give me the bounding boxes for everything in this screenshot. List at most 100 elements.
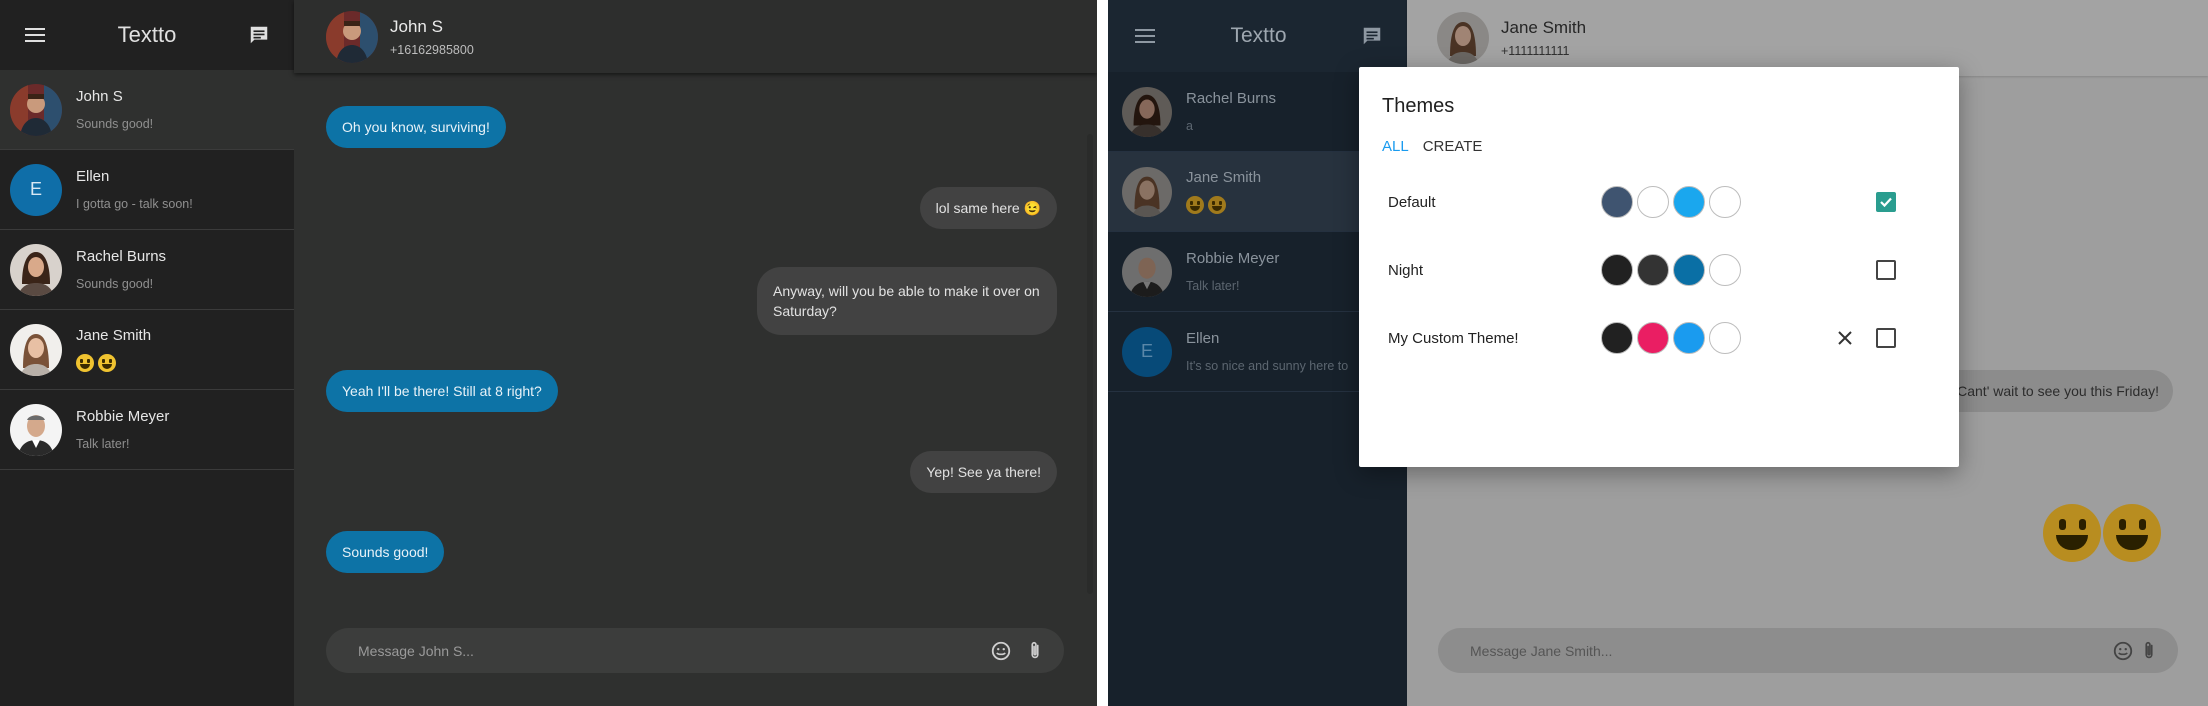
menu-icon[interactable] (1132, 23, 1158, 49)
check-icon (1880, 197, 1892, 208)
theme-name: Default (1388, 193, 1436, 211)
conversation-item-rachel-burns[interactable]: Rachel Burns Sounds good! (0, 230, 294, 310)
grinning-face-emoji-icon (98, 354, 116, 372)
conversation-item-jane-smith[interactable]: Jane Smith (0, 310, 294, 390)
color-swatch (1673, 322, 1705, 354)
conversation-name: Robbie Meyer (76, 408, 170, 425)
dialog-tabs: ALL CREATE (1382, 138, 1482, 155)
themes-dialog: Themes ALL CREATE Default Night My Custo… (1359, 67, 1959, 467)
conversation-name: Rachel Burns (76, 248, 167, 265)
conversation-name: Ellen (1186, 330, 1220, 347)
theme-select-checkbox[interactable] (1876, 260, 1896, 280)
conversation-snippet: Talk later! (76, 437, 130, 451)
grinning-face-emoji-icon (76, 354, 94, 372)
conversation-name: Ellen (76, 168, 110, 185)
theme-swatches (1601, 254, 1741, 286)
conversation-item-robbie-meyer[interactable]: Robbie Meyer Talk later! (0, 390, 294, 470)
conversation-item-john-s[interactable]: John S Sounds good! (0, 70, 294, 150)
emoji-icon[interactable] (988, 638, 1014, 664)
avatar (10, 243, 62, 296)
avatar (1122, 246, 1172, 297)
theme-row-night[interactable]: Night (1359, 250, 1959, 290)
conversation-snippet: Sounds good! (76, 117, 154, 131)
avatar (10, 323, 62, 376)
contact-avatar[interactable] (326, 10, 378, 63)
attachment-icon[interactable] (2136, 638, 2162, 664)
conversation-snippet-emojis (1186, 196, 1261, 214)
message-scrollbar[interactable] (1087, 134, 1093, 594)
grinning-face-emoji-icon (1208, 196, 1226, 214)
dark-theme-pane: Textto John S Sounds good! E Ellen I got… (0, 0, 1097, 706)
attachment-icon[interactable] (1022, 638, 1048, 664)
conversation-snippet: a (1186, 119, 1193, 133)
avatar: E (10, 163, 62, 216)
dialog-title: Themes (1382, 95, 1455, 117)
theme-select-checkbox[interactable] (1876, 328, 1896, 348)
color-swatch (1601, 254, 1633, 286)
theme-swatches (1601, 186, 1741, 218)
message-bubble-incoming: Sounds good! (326, 531, 445, 573)
conversation-snippet: It's so nice and sunny here to (1186, 359, 1349, 373)
message-input[interactable]: Message Jane Smith... (1470, 643, 2110, 659)
avatar (1122, 86, 1172, 137)
conversation-snippet-emojis (76, 354, 151, 372)
sidebar-header: Textto (0, 0, 294, 70)
message-bubble-incoming: Yeah I'll be there! Still at 8 right? (326, 370, 558, 412)
message-bubble-outgoing: Anyway, will you be able to make it over… (757, 267, 1057, 335)
app-title: Textto (117, 22, 177, 47)
tab-create[interactable]: CREATE (1423, 138, 1483, 155)
sidebar: Textto John S Sounds good! E Ellen I got… (0, 0, 294, 706)
color-swatch (1601, 322, 1633, 354)
chat-header: John S +16162985800 (294, 0, 1097, 73)
color-swatch (1673, 186, 1705, 218)
menu-icon[interactable] (22, 22, 48, 48)
new-message-icon[interactable] (1359, 23, 1385, 49)
close-icon[interactable] (1834, 327, 1856, 349)
tab-all[interactable]: ALL (1382, 138, 1409, 155)
contact-phone: +16162985800 (390, 42, 474, 57)
new-message-icon[interactable] (246, 22, 272, 48)
message-composer: Message John S... (326, 628, 1064, 673)
conversation-name: Jane Smith (1186, 169, 1262, 186)
theme-swatches (1601, 322, 1741, 354)
conversation-item-ellen[interactable]: E Ellen I gotta go - talk soon! (0, 150, 294, 230)
theme-select-checkbox[interactable] (1876, 192, 1896, 212)
app-stage: Textto John S Sounds good! E Ellen I got… (0, 0, 2208, 706)
grinning-face-emoji-icon (2103, 504, 2161, 562)
app-title: Textto (1230, 24, 1287, 47)
contact-name: John S (390, 16, 443, 36)
conversation-snippet: I gotta go - talk soon! (76, 197, 193, 211)
theme-row-my-custom-theme[interactable]: My Custom Theme! (1359, 318, 1959, 358)
color-swatch (1709, 322, 1741, 354)
color-swatch (1709, 186, 1741, 218)
conversation-name: Rachel Burns (1186, 90, 1277, 107)
conversation-snippet: Sounds good! (76, 277, 154, 291)
color-swatch (1601, 186, 1633, 218)
color-swatch (1637, 186, 1669, 218)
themes-dialog-pane: Textto Rachel Burns a Jane Smith Robbie … (1108, 0, 2208, 706)
avatar (10, 83, 62, 136)
avatar (1122, 166, 1172, 217)
sidebar-header: Textto (1108, 0, 1407, 72)
avatar (10, 403, 62, 456)
message-list: Oh you know, surviving! lol same here 😉 … (294, 73, 1097, 613)
theme-name: Night (1388, 261, 1424, 279)
contact-name: Jane Smith (1501, 18, 1587, 37)
emoji-icon[interactable] (2110, 638, 2136, 664)
chat-header: Jane Smith +1111111111 (1407, 0, 2208, 76)
color-swatch (1637, 322, 1669, 354)
message-input[interactable]: Message John S... (358, 643, 980, 659)
contact-phone: +1111111111 (1501, 44, 1570, 58)
avatar: E (1122, 326, 1172, 377)
message-bubble-outgoing: lol same here 😉 (919, 187, 1057, 229)
message-bubble-incoming: Oh you know, surviving! (326, 106, 506, 148)
conversation-name: John S (76, 88, 123, 105)
theme-row-default[interactable]: Default (1359, 182, 1959, 222)
theme-name: My Custom Theme! (1388, 329, 1519, 347)
contact-avatar[interactable] (1437, 12, 1489, 64)
conversation-snippet: Talk later! (1186, 279, 1240, 293)
pane-divider (1097, 0, 1108, 706)
color-swatch (1637, 254, 1669, 286)
color-swatch (1709, 254, 1741, 286)
grinning-face-emoji-icon (2043, 504, 2101, 562)
